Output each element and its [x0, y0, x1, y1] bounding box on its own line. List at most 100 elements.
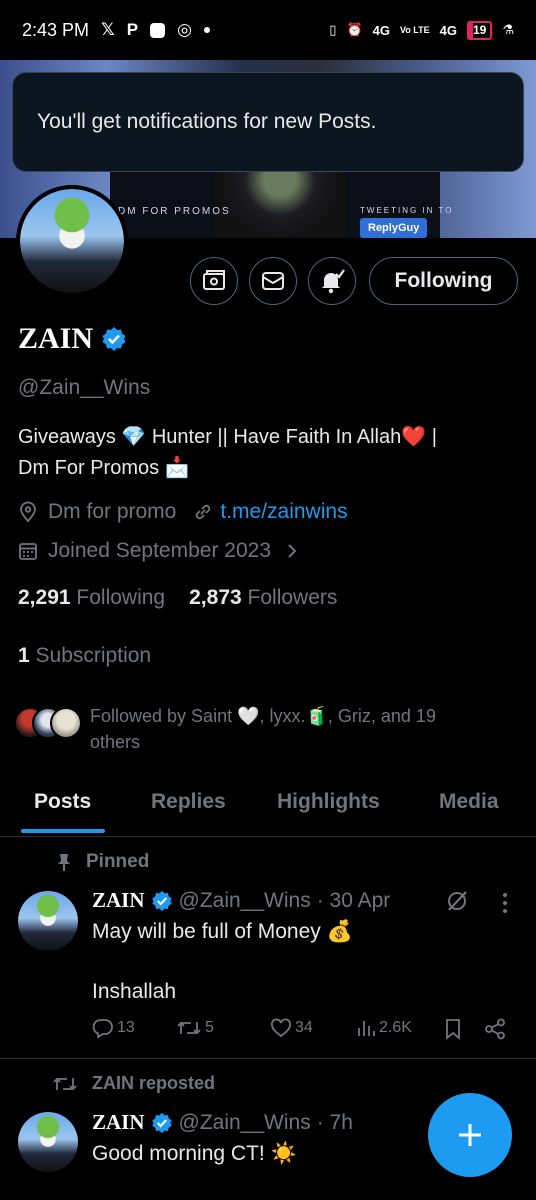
message-button[interactable]: [249, 257, 297, 305]
heart-icon: [271, 1018, 291, 1038]
post-time: · 7h: [316, 1110, 353, 1134]
reply-icon: [92, 1019, 113, 1038]
followers-count: 2,873: [189, 586, 242, 609]
link-icon: [196, 504, 211, 520]
battery-level: 19: [472, 22, 487, 37]
banner-replyguy-badge: ReplyGuy: [360, 218, 428, 238]
profile-website-link[interactable]: t.me/zainwins: [220, 500, 347, 524]
post-text: May will be full of Money 💰 Inshallah: [92, 917, 353, 1007]
pinned-label: Pinned: [86, 851, 150, 872]
network-label-1: 4G: [372, 22, 390, 38]
post-divider: [0, 1058, 536, 1059]
bookmark-icon: [446, 1019, 460, 1040]
subscription-stat[interactable]: 1 Subscription: [18, 644, 151, 668]
profile-name: ZAIN: [18, 322, 94, 355]
status-time: 2:43 PM: [22, 19, 90, 40]
subscription-count: 1: [18, 644, 30, 667]
post-time: · 30 Apr: [316, 888, 391, 912]
alarm-icon: ⏰: [346, 22, 363, 37]
post-header: ZAIN @Zain__Wins · 7h: [92, 1110, 353, 1135]
notifications-button[interactable]: [308, 257, 356, 305]
more-options-icon[interactable]: [498, 891, 512, 915]
profile-handle: @Zain__Wins: [18, 376, 151, 399]
grok-icon[interactable]: [444, 888, 470, 914]
compose-button[interactable]: [428, 1093, 512, 1177]
share-action[interactable]: [484, 1018, 506, 1040]
location-icon: [20, 501, 36, 523]
repost-context-row: ZAIN reposted: [52, 1073, 215, 1094]
network-label-2: 4G: [439, 22, 457, 38]
followed-by-text: Followed by Saint 🤍, lyxx.🧃, Griz, and 1…: [90, 703, 490, 755]
post-author-name[interactable]: ZAIN: [92, 888, 145, 913]
verified-badge-icon: [151, 1112, 172, 1133]
post-avatar[interactable]: [18, 1112, 78, 1172]
calendar-icon: [19, 543, 37, 560]
verified-badge-icon[interactable]: [101, 326, 127, 352]
post-author-name[interactable]: ZAIN: [92, 1110, 145, 1135]
bookmark-action[interactable]: [444, 1018, 462, 1040]
followed-by-line-2: others: [90, 732, 141, 752]
following-button[interactable]: Following: [369, 257, 518, 305]
following-count: 2,291: [18, 586, 71, 609]
post-author-handle: @Zain__Wins: [178, 888, 311, 912]
chevron-right-icon: [288, 544, 297, 558]
subscribe-button[interactable]: [190, 257, 238, 305]
follower-avatars: [14, 703, 86, 743]
more-notifications-icon: [203, 27, 210, 33]
repost-icon: [177, 1021, 201, 1035]
share-icon: [485, 1018, 505, 1040]
views-action[interactable]: 2.6K: [356, 1018, 412, 1038]
plus-icon: [459, 1124, 481, 1146]
bell-check-icon: [322, 269, 345, 294]
like-action[interactable]: 34: [270, 1018, 313, 1038]
profile-location: Dm for promo: [48, 500, 177, 523]
views-icon: [358, 1021, 375, 1036]
app-notification-icon: [150, 22, 166, 38]
following-stat[interactable]: 2,291 Following: [18, 586, 165, 610]
repost-icon: [53, 1077, 77, 1090]
profile-joined: Joined September 2023: [48, 539, 271, 562]
post-text-line-2: Inshallah: [92, 980, 177, 1003]
post-text-line-1: May will be full of Money 💰: [92, 920, 353, 943]
status-bar: 2:43 PM 𝕏 P ◎ ▯ ⏰ 4G Vo LTE 4G 19 ⚗: [0, 0, 536, 60]
follow-stats: 2,291 Following 2,873 Followers: [18, 586, 337, 610]
post-header: ZAIN @Zain__Wins · 30 Apr: [92, 888, 390, 913]
profile-name-row: ZAIN: [18, 322, 127, 356]
post-actions: 13 5 34 2.6K: [92, 1018, 512, 1044]
views-count: 2.6K: [379, 1019, 412, 1036]
volte-label: Vo LTE: [399, 25, 430, 35]
repost-context-label: ZAIN reposted: [92, 1073, 216, 1093]
p-app-icon: P: [126, 20, 139, 39]
pinned-label-row: Pinned: [56, 851, 149, 873]
flask-icon: ⚗: [502, 22, 514, 37]
like-count: 34: [295, 1019, 313, 1036]
instagram-icon: ◎: [177, 20, 192, 39]
reply-count: 13: [117, 1019, 135, 1036]
bio-line-1: Giveaways 💎 Hunter || Have Faith In Alla…: [18, 426, 437, 448]
followed-by-line-1: Followed by Saint 🤍, lyxx.🧃, Griz, and 1…: [90, 706, 436, 726]
tab-highlights[interactable]: Highlights: [277, 790, 380, 814]
repost-count: 5: [205, 1019, 214, 1036]
banner-tweeting-text: TWEETING IN TO: [360, 206, 454, 215]
profile-avatar[interactable]: [16, 185, 128, 297]
followed-by-row[interactable]: Followed by Saint 🤍, lyxx.🧃, Griz, and 1…: [14, 703, 490, 755]
battery-indicator: 19: [466, 20, 493, 40]
post-avatar[interactable]: [18, 891, 78, 951]
followers-stat[interactable]: 2,873 Followers: [189, 586, 337, 610]
banner-dm-text: DM FOR PROMOS: [118, 206, 231, 217]
x-app-icon: 𝕏: [101, 20, 115, 39]
envelope-icon: [262, 272, 284, 290]
tab-posts[interactable]: Posts: [34, 790, 91, 814]
active-tab-indicator: [21, 829, 105, 833]
verified-badge-icon: [151, 890, 172, 911]
joined-row[interactable]: Joined September 2023: [18, 539, 299, 563]
repost-action[interactable]: 5: [176, 1018, 214, 1038]
profile-meta-row: Dm for promo t.me/zainwins: [18, 500, 348, 524]
reply-action[interactable]: 13: [92, 1018, 135, 1038]
bio-line-2: Dm For Promos 📩: [18, 457, 190, 479]
post-author-handle: @Zain__Wins: [178, 1110, 311, 1134]
tab-media[interactable]: Media: [439, 790, 499, 814]
toast-message: You'll get notifications for new Posts.: [37, 110, 377, 133]
tab-replies[interactable]: Replies: [151, 790, 226, 814]
following-label: Following: [76, 586, 166, 609]
